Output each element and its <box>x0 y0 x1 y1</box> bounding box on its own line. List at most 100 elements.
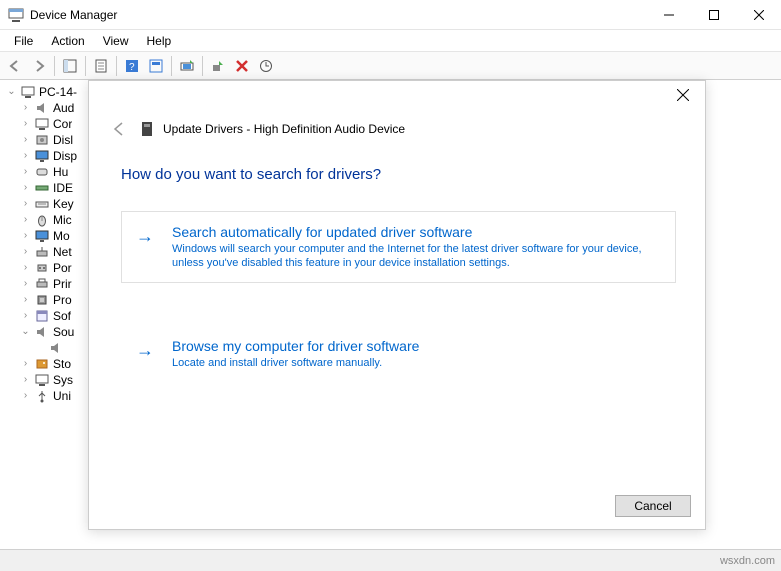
option1-title: Search automatically for updated driver … <box>172 224 659 240</box>
tree-item-label: Sof <box>53 308 71 324</box>
scan-hardware-button[interactable] <box>255 55 277 77</box>
action-button[interactable] <box>145 55 167 77</box>
menu-file[interactable]: File <box>6 32 41 50</box>
back-button[interactable] <box>4 55 26 77</box>
expand-icon[interactable]: › <box>20 196 31 212</box>
mouse-icon <box>34 212 50 228</box>
watermark: wsxdn.com <box>720 555 775 567</box>
expand-icon[interactable]: › <box>20 372 31 388</box>
menu-action[interactable]: Action <box>43 32 92 50</box>
toolbar-separator <box>202 56 203 76</box>
expand-icon[interactable]: › <box>20 164 31 180</box>
cancel-button[interactable]: Cancel <box>615 495 691 517</box>
monitor-icon <box>34 148 50 164</box>
expand-icon[interactable]: › <box>20 180 31 196</box>
expand-icon[interactable]: › <box>20 132 31 148</box>
tree-item-label: Uni <box>53 388 71 404</box>
expand-icon[interactable]: › <box>20 100 31 116</box>
dialog-back-button[interactable] <box>111 121 131 137</box>
tree-item[interactable]: › Pro <box>6 292 95 308</box>
expand-icon[interactable]: › <box>20 308 31 324</box>
tree-item-label: Mic <box>53 212 72 228</box>
computer-icon <box>34 116 50 132</box>
device-tree[interactable]: ⌄ PC-14- ›Aud›Cor›Disl›Disp›Hu›IDE›Key›M… <box>0 80 95 408</box>
tree-item[interactable]: ›Aud <box>6 100 95 116</box>
tree-item[interactable]: › Sof <box>6 308 95 324</box>
content-area: ⌄ PC-14- ›Aud›Cor›Disl›Disp›Hu›IDE›Key›M… <box>0 80 781 549</box>
enable-device-button[interactable] <box>207 55 229 77</box>
menu-view[interactable]: View <box>95 32 137 50</box>
help-button[interactable]: ? <box>121 55 143 77</box>
expand-icon[interactable]: › <box>20 228 31 244</box>
forward-button[interactable] <box>28 55 50 77</box>
titlebar: Device Manager <box>0 0 781 30</box>
system-icon <box>34 372 50 388</box>
arrow-right-icon: → <box>136 340 154 361</box>
tree-item[interactable]: › Disl <box>6 132 95 148</box>
tree-item[interactable]: › Key <box>6 196 95 212</box>
tree-item[interactable] <box>6 340 95 356</box>
expand-icon[interactable]: › <box>20 276 31 292</box>
app-icon <box>8 7 24 23</box>
tree-item[interactable]: › Mic <box>6 212 95 228</box>
dialog-close-button[interactable] <box>677 89 693 105</box>
toolbar-separator <box>171 56 172 76</box>
uninstall-device-button[interactable] <box>231 55 253 77</box>
usb-icon <box>34 388 50 404</box>
tree-item[interactable]: ›Net <box>6 244 95 260</box>
option2-description: Locate and install driver software manua… <box>172 356 659 370</box>
speaker-icon <box>34 324 50 340</box>
browse-computer-option[interactable]: → Browse my computer for driver software… <box>121 325 676 383</box>
tree-item[interactable]: ⌄Sou <box>6 324 95 340</box>
update-drivers-dialog: Update Drivers - High Definition Audio D… <box>88 80 706 530</box>
tree-item-label: Prir <box>53 276 72 292</box>
menu-help[interactable]: Help <box>139 32 180 50</box>
tree-item-label: Por <box>53 260 72 276</box>
arrow-right-icon: → <box>136 226 154 247</box>
tree-item[interactable]: ›Sto <box>6 356 95 372</box>
tree-item[interactable]: › Por <box>6 260 95 276</box>
toolbar-separator <box>54 56 55 76</box>
expand-icon[interactable]: › <box>20 148 31 164</box>
expand-icon[interactable]: › <box>20 244 31 260</box>
speaker-icon <box>34 100 50 116</box>
dialog-title: Update Drivers - High Definition Audio D… <box>163 122 405 136</box>
tree-item-label: Hu <box>53 164 68 180</box>
tree-item-label: Disl <box>53 132 73 148</box>
expand-icon[interactable]: › <box>20 356 31 372</box>
expand-icon[interactable]: › <box>20 388 31 404</box>
tree-item[interactable]: › Hu <box>6 164 95 180</box>
search-automatically-option[interactable]: → Search automatically for updated drive… <box>121 211 676 283</box>
tree-item-label: Key <box>53 196 74 212</box>
tree-item[interactable]: ›IDE <box>6 180 95 196</box>
tree-item-label: Pro <box>53 292 72 308</box>
close-button[interactable] <box>736 0 781 29</box>
disk-icon <box>34 132 50 148</box>
keyboard-icon <box>34 196 50 212</box>
port-icon <box>34 260 50 276</box>
collapse-icon[interactable]: ⌄ <box>6 84 17 100</box>
properties-button[interactable] <box>90 55 112 77</box>
dialog-question: How do you want to search for drivers? <box>121 166 381 183</box>
window-title: Device Manager <box>30 8 646 22</box>
tree-item[interactable]: ›Mo <box>6 228 95 244</box>
expand-icon[interactable]: › <box>20 212 31 228</box>
expand-icon[interactable]: › <box>20 116 31 132</box>
network-icon <box>34 244 50 260</box>
cpu-icon <box>34 292 50 308</box>
expand-icon[interactable]: › <box>20 292 31 308</box>
tree-item[interactable]: › Uni <box>6 388 95 404</box>
show-hide-tree-button[interactable] <box>59 55 81 77</box>
expand-icon[interactable]: › <box>20 260 31 276</box>
tree-item[interactable]: ›Cor <box>6 116 95 132</box>
menubar: File Action View Help <box>0 30 781 52</box>
minimize-button[interactable] <box>646 0 691 29</box>
tree-root[interactable]: ⌄ PC-14- <box>6 84 95 100</box>
expand-icon[interactable]: ⌄ <box>20 324 31 340</box>
tree-item[interactable]: ›Disp <box>6 148 95 164</box>
tree-item[interactable]: › Prir <box>6 276 95 292</box>
device-icon <box>139 121 155 137</box>
update-driver-button[interactable] <box>176 55 198 77</box>
maximize-button[interactable] <box>691 0 736 29</box>
tree-item[interactable]: ›Sys <box>6 372 95 388</box>
